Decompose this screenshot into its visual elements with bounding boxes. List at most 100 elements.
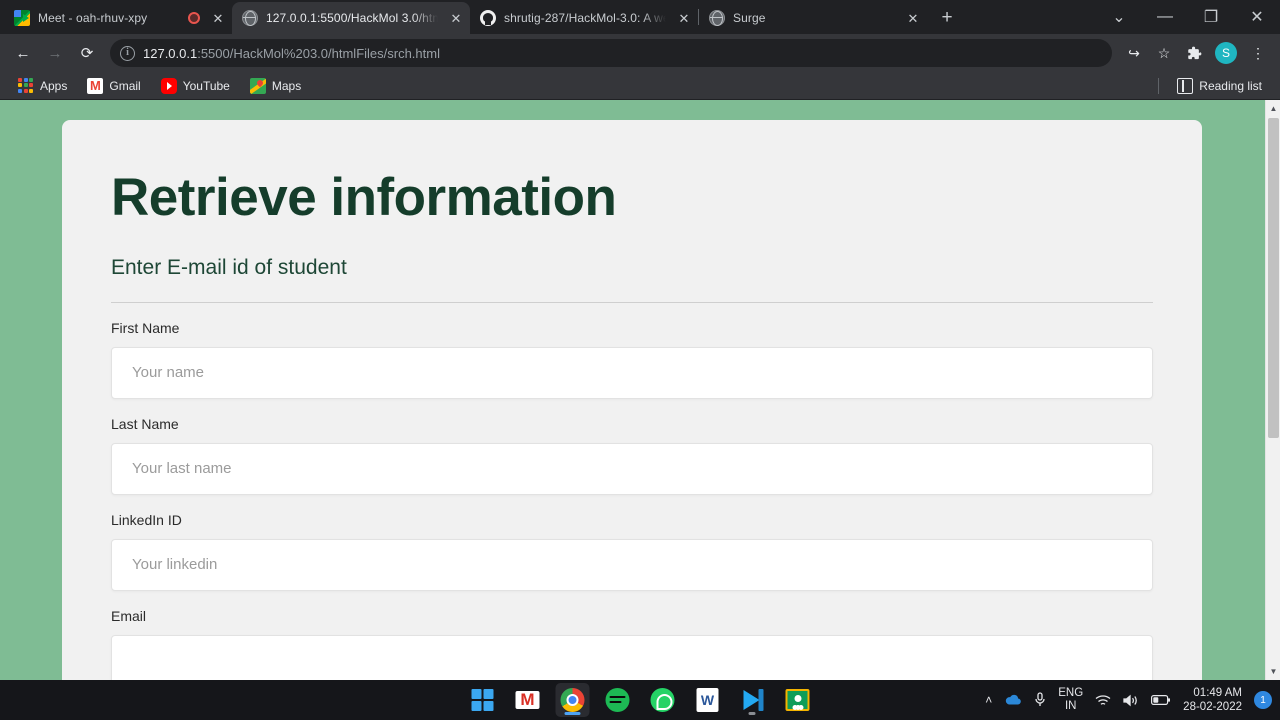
language-bottom: IN [1064,700,1077,712]
page-subtitle: Enter E-mail id of student [111,255,347,279]
tab-title: Meet - oah-rhuv-xpy [38,11,148,25]
address-bar[interactable]: i 127.0.0.1:5500/HackMol%203.0/htmlFiles… [110,39,1112,67]
windows-start-icon [471,689,494,711]
scrollbar-thumb[interactable] [1268,118,1279,438]
spotify-icon [605,688,630,712]
google-meet-icon [14,10,30,26]
notification-badge[interactable]: 1 [1254,691,1272,709]
taskbar-gmail[interactable] [511,683,545,717]
date-text: 28-02-2022 [1183,701,1242,713]
close-window-icon[interactable]: ✕ [1234,1,1280,33]
close-icon[interactable]: ✕ [674,8,694,28]
taskbar-whatsapp[interactable] [646,683,680,717]
page-title: Retrieve information [111,168,617,227]
minimize-icon[interactable]: — [1142,1,1188,33]
scroll-up-arrow-icon[interactable]: ▲ [1266,100,1280,117]
bookmarks-bar: Apps Gmail YouTube Maps Reading list [0,72,1280,100]
windows-taskbar: ˄ ENG IN 01:49 AM 28-02-2022 1 [0,680,1280,720]
form-field-linkedin-id: LinkedIn ID [111,510,1153,591]
speaker-icon[interactable] [1123,694,1139,707]
close-icon[interactable]: ✕ [208,8,228,28]
tab-title: shrutig-287/HackMol-3.0: A web [504,11,666,25]
bookmark-star-icon[interactable]: ☆ [1150,39,1178,67]
taskbar-chrome[interactable] [555,683,590,717]
page-scrollbar[interactable]: ▲ ▼ [1265,100,1280,680]
taskbar-spotify[interactable] [601,683,635,717]
tab-search-chevron-down-icon[interactable]: ⌄ [1096,1,1142,33]
browser-toolbar: ← → ⟳ i 127.0.0.1:5500/HackMol%203.0/htm… [0,34,1280,72]
browser-window: Meet - oah-rhuv-xpy ✕ 127.0.0.1:5500/Hac… [0,0,1280,680]
reload-button[interactable]: ⟳ [72,38,102,68]
first-name-input[interactable] [111,346,1153,399]
bookmarks-divider [1158,77,1160,94]
bookmark-apps[interactable]: Apps [10,75,75,97]
bookmark-label: YouTube [182,78,230,93]
field-label: First Name [111,319,180,336]
bookmark-label: Maps [271,78,302,93]
scroll-down-arrow-icon[interactable]: ▼ [1266,663,1280,680]
browser-tab-surge[interactable]: Surge ✕ [699,2,927,34]
linkedin-id-input[interactable] [111,538,1153,591]
form-field-email: Email [111,606,1153,680]
page-card: Retrieve information Enter E-mail id of … [62,120,1202,680]
share-icon[interactable]: ↪ [1120,39,1148,67]
reading-list-label: Reading list [1199,78,1262,93]
time-text: 01:49 AM [1193,687,1242,699]
battery-icon[interactable] [1151,694,1171,706]
microphone-icon[interactable] [1034,692,1046,708]
gmail-icon [515,691,540,709]
url-path: :5500/HackMol%203.0/htmlFiles/srch.html [197,45,440,61]
maximize-icon[interactable]: ❐ [1188,1,1234,33]
browser-tab-meet[interactable]: Meet - oah-rhuv-xpy ✕ [4,2,232,34]
close-icon[interactable]: ✕ [903,8,923,28]
browser-tab-localhost[interactable]: 127.0.0.1:5500/HackMol 3.0/html ✕ [232,2,470,34]
wifi-icon[interactable] [1095,694,1111,707]
form-field-first-name: First Name [111,318,1153,399]
close-icon[interactable]: ✕ [446,8,466,28]
language-indicator[interactable]: ENG IN [1058,687,1083,713]
field-label: Last Name [111,415,179,432]
page-content: Retrieve information Enter E-mail id of … [62,120,1202,680]
new-tab-button[interactable]: + [933,4,961,32]
site-info-icon[interactable]: i [120,45,135,61]
field-label: Email [111,607,147,624]
whatsapp-icon [650,688,675,712]
onedrive-icon[interactable] [1004,694,1022,706]
avatar[interactable]: S [1215,42,1237,64]
clock[interactable]: 01:49 AM 28-02-2022 [1183,686,1242,714]
browser-tab-github[interactable]: shrutig-287/HackMol-3.0: A web ✕ [470,2,698,34]
window-controls: ⌄ — ❐ ✕ [1096,0,1280,34]
gmail-icon [87,77,104,94]
kebab-menu-icon[interactable]: ⋮ [1244,39,1272,67]
email-input[interactable] [111,634,1153,680]
microsoft-word-icon [696,688,719,712]
system-tray: ˄ ENG IN 01:49 AM 28-02-2022 1 [985,686,1272,714]
last-name-input[interactable] [111,442,1153,495]
page-viewport: Retrieve information Enter E-mail id of … [0,100,1280,680]
github-icon [480,10,496,26]
forward-button[interactable]: → [40,38,70,68]
bookmark-label: Gmail [109,78,141,93]
bookmark-gmail[interactable]: Gmail [79,75,148,97]
bookmark-youtube[interactable]: YouTube [153,75,238,97]
taskbar-vscode[interactable] [736,683,770,717]
url-host: 127.0.0.1 [143,45,198,61]
tab-title: 127.0.0.1:5500/HackMol 3.0/html [266,11,438,25]
divider [111,301,1153,303]
tray-chevron-up-icon[interactable]: ˄ [985,693,992,707]
taskbar-word[interactable] [691,683,725,717]
tab-strip: Meet - oah-rhuv-xpy ✕ 127.0.0.1:5500/Hac… [0,0,1280,34]
url-text: 127.0.0.1:5500/HackMol%203.0/htmlFiles/s… [143,46,440,61]
reading-list-button[interactable]: Reading list [1169,75,1270,97]
bookmark-maps[interactable]: Maps [242,75,309,97]
toolbar-icons: ↪ ☆ S ⋮ [1120,39,1272,67]
taskbar-classroom[interactable] [781,683,815,717]
back-button[interactable]: ← [8,38,38,68]
extensions-puzzle-icon[interactable] [1180,39,1208,67]
recording-indicator-icon[interactable] [188,12,200,24]
language-top: ENG [1058,687,1084,699]
start-button[interactable] [466,683,500,717]
field-label: LinkedIn ID [111,511,182,528]
bookmark-label: Apps [40,78,68,93]
reading-list-icon [1177,77,1194,94]
